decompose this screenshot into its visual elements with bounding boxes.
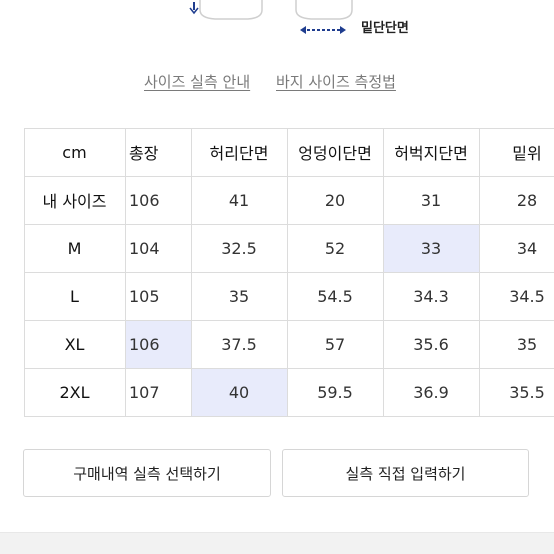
table-divider [24,128,554,129]
table-cell: 20 [324,190,346,210]
table-cell: 32.5 [221,238,257,258]
pants-measure-link[interactable]: 바지 사이즈 측정법 [276,71,396,92]
row-label: 2XL [59,382,90,402]
table-cell: 35.5 [509,382,545,402]
table-divider [479,128,480,416]
table-row: M 104 32.5 52 33 34 [0,224,554,272]
table-divider [24,320,554,321]
header-rise: 밑위 [512,144,542,163]
table-row: XL 106 37.5 57 35.6 35 [0,320,554,368]
table-cell: 35 [228,286,250,306]
table-divider [24,224,554,225]
highlighted-cell: 40 [191,368,287,416]
direct-input-measurement-button[interactable]: 실측 직접 입력하기 [282,449,529,497]
table-cell: 41 [228,190,250,210]
table-cell: 34.5 [509,286,545,306]
highlighted-cell: 33 [383,224,479,272]
select-purchase-measurement-button[interactable]: 구매내역 실측 선택하기 [23,449,271,497]
size-guide-link[interactable]: 사이즈 실측 안내 [144,71,250,92]
pants-leg-illustration [189,0,353,34]
table-cell: 37.5 [221,334,257,354]
table-cell: 104 [129,238,160,258]
table-header-row: cm 총장 허리단면 엉덩이단면 허벅지단면 밑위 [0,128,554,176]
header-hip: 엉덩이단면 [298,144,372,163]
table-cell: 52 [324,238,346,258]
table-cell: 107 [129,382,160,402]
table-cell: 34.3 [413,286,449,306]
table-cell: 28 [516,190,538,210]
table-row: 내 사이즈 106 41 20 31 28 [0,176,554,224]
size-guide-links: 사이즈 실측 안내 바지 사이즈 측정법 [0,71,554,95]
table-cell: 34 [516,238,538,258]
table-divider [383,128,384,416]
table-divider [24,416,554,417]
table-cell: 57 [324,334,346,354]
table-cell: 36.9 [413,382,449,402]
header-thigh: 허벅지단면 [394,144,468,163]
row-label: 내 사이즈 [42,192,107,211]
header-waist: 허리단면 [209,144,269,163]
row-label: M [67,238,82,258]
header-total-length: 총장 [129,144,159,163]
table-divider [24,176,554,177]
highlighted-cell: 106 [125,320,191,368]
header-unit: cm [62,142,87,162]
table-cell: 106 [129,190,160,210]
hem-width-label: 밑단단면 [361,21,409,36]
table-row: L 105 35 54.5 34.3 34.5 [0,272,554,320]
table-cell: 59.5 [317,382,353,402]
table-row: 2XL 107 40 59.5 36.9 35.5 [0,368,554,416]
table-divider [24,128,25,416]
table-divider [191,128,192,416]
table-cell: 31 [420,190,442,210]
table-cell: 54.5 [317,286,353,306]
pants-diagram: 밑단단면 [0,0,554,45]
bottom-section-divider [0,532,554,554]
table-divider [125,128,126,416]
table-divider [24,272,554,273]
table-cell: 35.6 [413,334,449,354]
table-cell: 105 [129,286,160,306]
table-cell: 35 [516,334,538,354]
row-label: XL [64,334,85,354]
table-divider [287,128,288,416]
table-divider [24,368,554,369]
row-label: L [70,286,79,306]
